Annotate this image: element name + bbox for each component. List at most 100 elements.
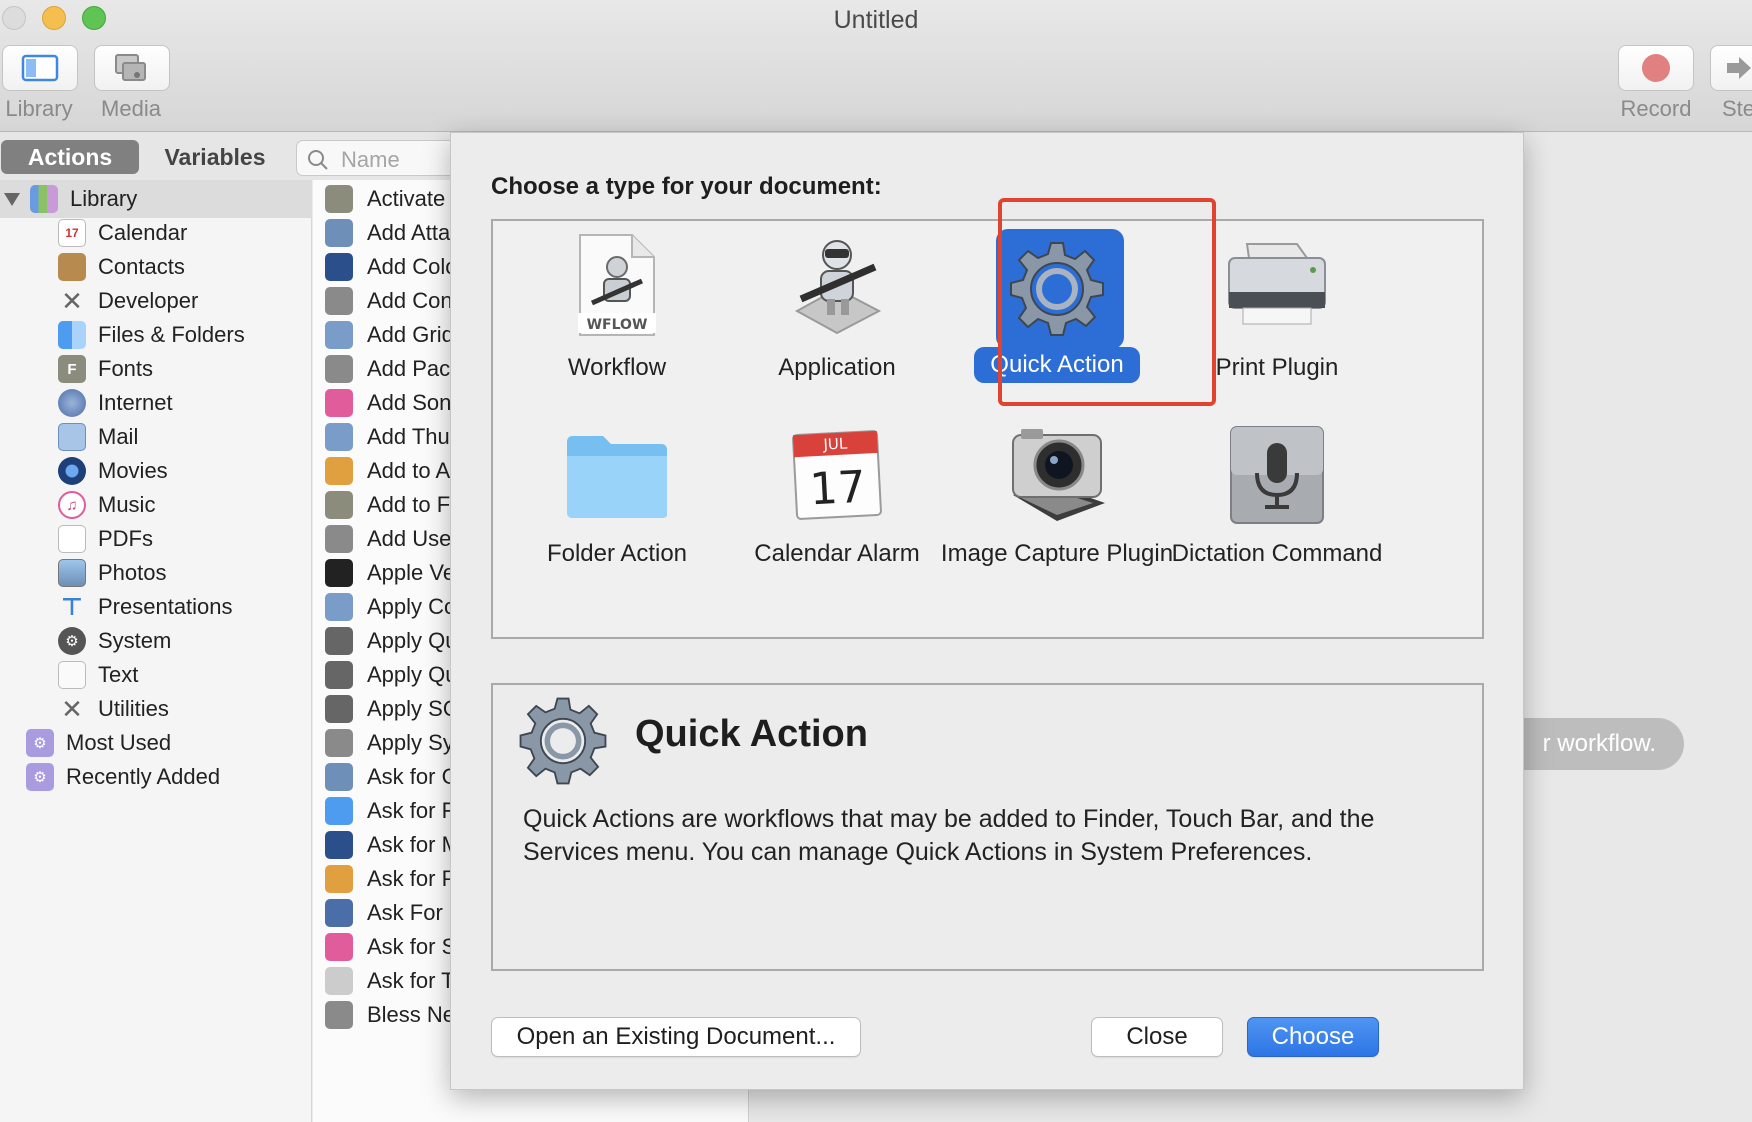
type-dictation-command[interactable]: Dictation Command <box>1157 421 1397 621</box>
sidebar-item-system[interactable]: ⚙ System <box>58 624 171 658</box>
globe-icon <box>58 389 86 417</box>
sidebar-item-photos[interactable]: Photos <box>58 556 167 590</box>
action-list-item[interactable]: Ask for T <box>325 964 455 998</box>
action-icon <box>325 389 353 417</box>
search-placeholder: Name <box>341 147 400 172</box>
type-folder-action-label: Folder Action <box>546 540 688 567</box>
action-list-item[interactable]: Add Son <box>325 386 451 420</box>
sidebar-item-movies[interactable]: Movies <box>58 454 168 488</box>
sidebar-item-label: Developer <box>98 288 199 313</box>
action-list-item[interactable]: Apply SQ <box>325 692 460 726</box>
sidebar-item-files-folders[interactable]: Files & Folders <box>58 318 245 352</box>
sidebar-item-pdfs[interactable]: PDFs <box>58 522 153 556</box>
action-icon <box>325 967 353 995</box>
action-list-item[interactable]: Ask for C <box>325 760 457 794</box>
type-quick-action[interactable]: Quick Action <box>937 227 1177 407</box>
camera-icon <box>1003 421 1111 529</box>
action-list-item[interactable]: Ask For <box>325 896 443 930</box>
tab-variables[interactable]: Variables <box>150 140 280 174</box>
action-label: Ask For <box>367 900 443 925</box>
text-document-icon <box>58 661 86 689</box>
sidebar-item-most-used[interactable]: ⚙ Most Used <box>26 726 171 760</box>
sidebar-item-mail[interactable]: Mail <box>58 420 138 454</box>
sidebar-item-calendar[interactable]: 17 Calendar <box>58 216 187 250</box>
type-folder-action[interactable]: Folder Action <box>497 421 737 621</box>
type-application[interactable]: Application <box>717 227 957 407</box>
sidebar-item-text[interactable]: Text <box>58 658 138 692</box>
action-icon <box>325 287 353 315</box>
media-toolbar-button[interactable] <box>94 45 170 91</box>
action-list-item[interactable]: Add Use <box>325 522 451 556</box>
type-calendar-alarm[interactable]: JUL 17 Calendar Alarm <box>717 421 957 621</box>
action-list-item[interactable]: Activate <box>325 182 445 216</box>
action-label: Add Atta <box>367 220 451 245</box>
step-toolbar-button[interactable] <box>1710 45 1752 91</box>
action-list-item[interactable]: Apple Ve <box>325 556 455 590</box>
type-workflow-label: Workflow <box>567 354 667 381</box>
window-toolbar: Untitled Library Media Record Ste <box>0 0 1752 132</box>
printer-icon <box>1223 231 1331 339</box>
description-gear-icon <box>515 693 611 794</box>
sidebar-item-fonts[interactable]: F Fonts <box>58 352 153 386</box>
action-list-item[interactable]: Ask for M <box>325 828 460 862</box>
action-list-item[interactable]: Apply Qu <box>325 624 458 658</box>
calendar-day-text: 17 <box>808 462 867 516</box>
action-icon <box>325 763 353 791</box>
action-list-item[interactable]: Apply Co <box>325 590 456 624</box>
type-application-label: Application <box>778 354 896 381</box>
action-icon <box>325 933 353 961</box>
action-list-item[interactable]: Apply Sy <box>325 726 454 760</box>
action-label: Add Con <box>367 288 453 313</box>
action-icon <box>325 219 353 247</box>
sidebar-item-contacts[interactable]: Contacts <box>58 250 185 284</box>
action-list-item[interactable]: Ask for F <box>325 794 455 828</box>
open-existing-document-button[interactable]: Open an Existing Document... <box>491 1017 861 1057</box>
action-list-item[interactable]: Add Con <box>325 284 453 318</box>
type-image-capture-plugin[interactable]: Image Capture Plugin <box>937 421 1177 621</box>
document-type-sheet: Choose a type for your document: WFLOW W… <box>450 132 1524 1090</box>
action-list-item[interactable]: Ask for P <box>325 862 456 896</box>
action-label: Add Grid <box>367 322 454 347</box>
sidebar-item-presentations[interactable]: ⊤ Presentations <box>58 590 233 624</box>
sheet-heading: Choose a type for your document: <box>491 173 882 200</box>
search-input[interactable]: Name <box>296 140 456 176</box>
library-toolbar-button[interactable] <box>2 45 78 91</box>
action-icon <box>325 695 353 723</box>
close-button[interactable]: Close <box>1091 1017 1223 1057</box>
window-title: Untitled <box>833 6 919 34</box>
sidebar-item-label: Calendar <box>98 220 188 245</box>
action-list-item[interactable]: Add Grid <box>325 318 454 352</box>
action-label: Add to A <box>367 458 451 483</box>
type-image-capture-plugin-label: Image Capture Plugin <box>940 540 1174 567</box>
sidebar-item-developer[interactable]: ✕ Developer <box>58 284 198 318</box>
sidebar-item-label: PDFs <box>98 526 153 551</box>
sidebar-item-internet[interactable]: Internet <box>58 386 173 420</box>
smart-folder-icon: ⚙ <box>26 763 54 791</box>
action-list-item[interactable]: Add to F <box>325 488 450 522</box>
sidebar-item-label: System <box>98 628 172 653</box>
action-label: Apple Ve <box>367 560 456 585</box>
action-list-item[interactable]: Add to A <box>325 454 450 488</box>
type-print-plugin[interactable]: Print Plugin <box>1157 227 1397 407</box>
action-label: Add Thu <box>367 424 450 449</box>
action-list-item[interactable]: Add Colo <box>325 250 458 284</box>
action-icon <box>325 797 353 825</box>
sidebar-item-recently-added[interactable]: ⚙ Recently Added <box>26 760 220 794</box>
action-list-item[interactable]: Ask for S <box>325 930 456 964</box>
action-list-item[interactable]: Add Pac <box>325 352 450 386</box>
action-list-item[interactable]: Apply Qu <box>325 658 458 692</box>
type-workflow[interactable]: WFLOW Workflow <box>497 227 737 407</box>
disclosure-triangle-icon[interactable] <box>4 192 20 206</box>
library-root-item[interactable]: Library <box>4 182 137 216</box>
choose-button[interactable]: Choose <box>1247 1017 1379 1057</box>
action-list-item[interactable]: Add Thu <box>325 420 450 454</box>
sidebar-item-label: Most Used <box>66 730 172 755</box>
sidebar-item-music[interactable]: ♫ Music <box>58 488 155 522</box>
tab-actions[interactable]: Actions <box>1 140 139 174</box>
sidebar-item-utilities[interactable]: ✕ Utilities <box>58 692 169 726</box>
music-note-icon: ♫ <box>58 491 86 519</box>
action-list-item[interactable]: Add Atta <box>325 216 450 250</box>
action-label: Add Use <box>367 526 452 551</box>
record-toolbar-button[interactable] <box>1618 45 1694 91</box>
action-label: Ask for P <box>367 866 457 891</box>
